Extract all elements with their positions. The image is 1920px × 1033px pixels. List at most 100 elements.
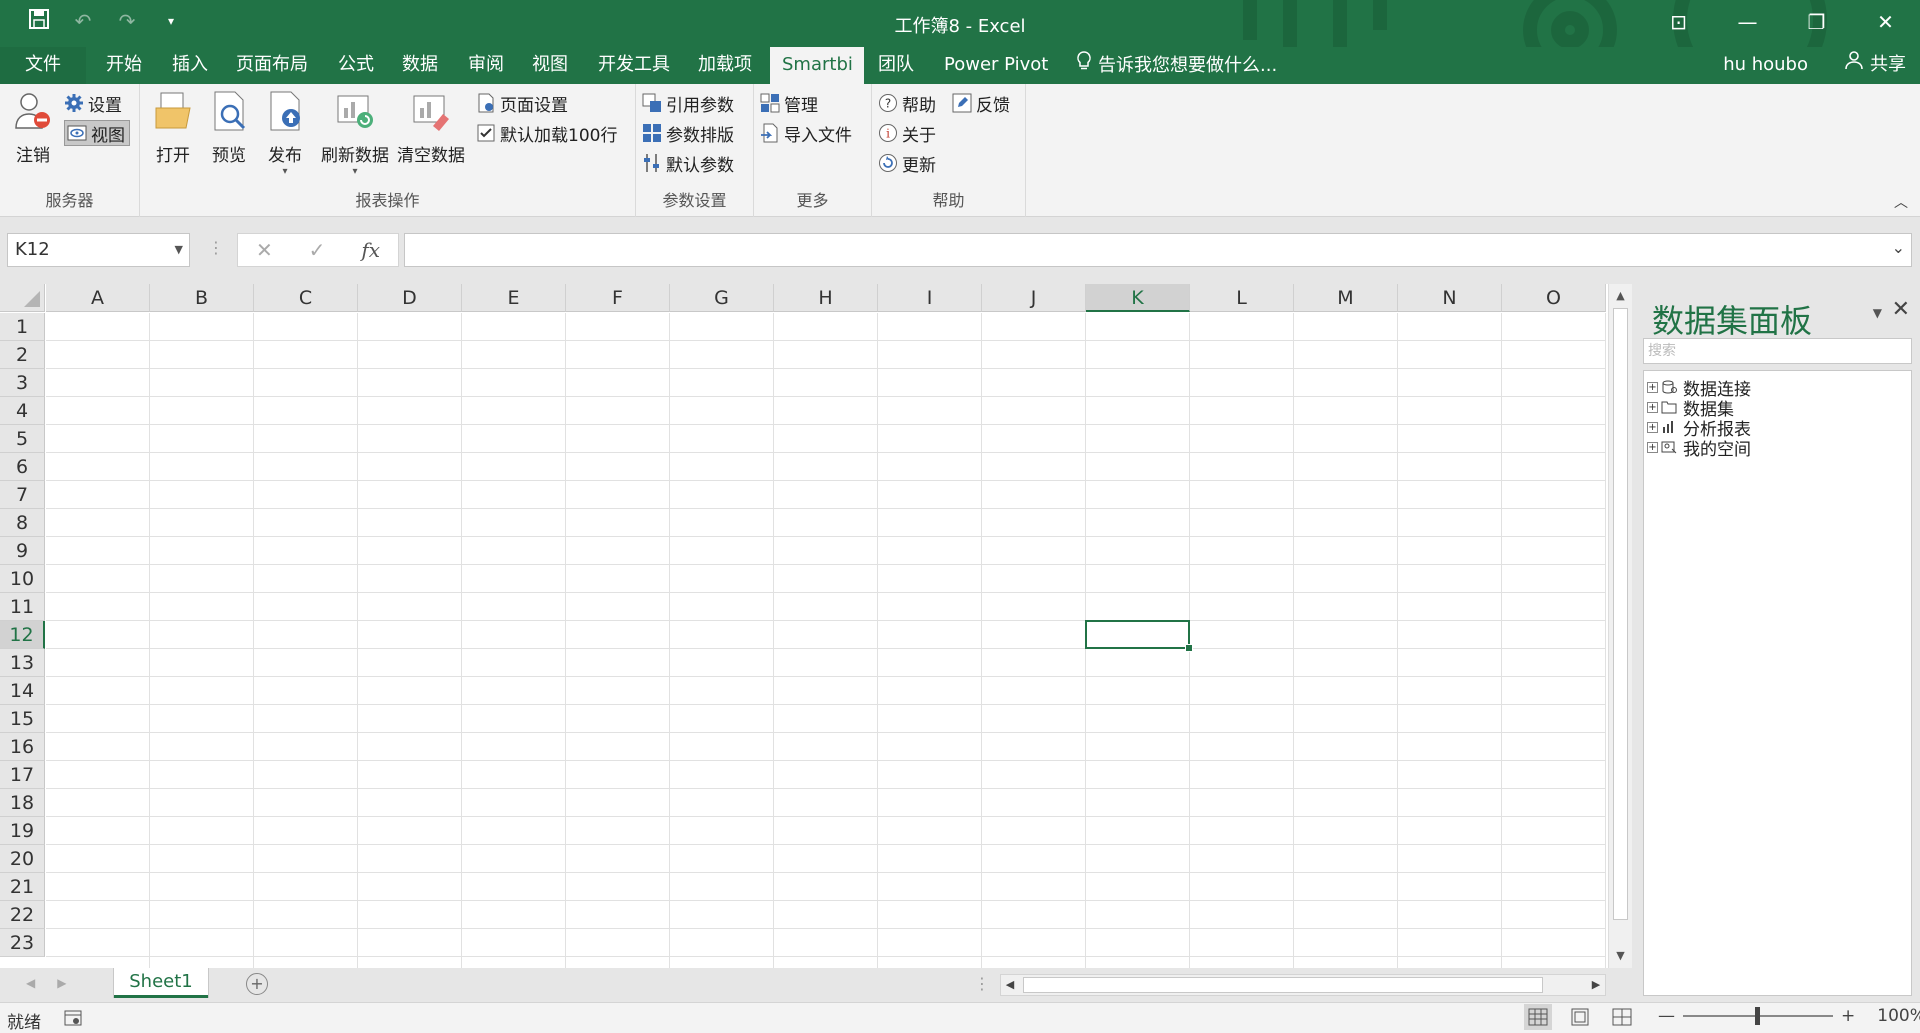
- name-box-dropdown-icon[interactable]: ▼: [175, 234, 183, 266]
- enter-icon[interactable]: ✓: [309, 238, 326, 262]
- close-button[interactable]: ✕: [1851, 0, 1920, 47]
- column-header[interactable]: A: [46, 284, 150, 312]
- active-cell[interactable]: [1085, 620, 1193, 652]
- row-header[interactable]: 10: [0, 565, 45, 593]
- default-params-button[interactable]: 默认参数: [642, 150, 734, 176]
- column-header[interactable]: J: [982, 284, 1086, 312]
- panel-close-icon[interactable]: ✕: [1892, 297, 1910, 322]
- settings-button[interactable]: 设置: [64, 90, 122, 116]
- open-button[interactable]: 打开: [150, 90, 196, 166]
- tab-team[interactable]: 团队: [866, 47, 926, 84]
- select-all-corner[interactable]: [0, 284, 45, 312]
- row-header[interactable]: 14: [0, 677, 45, 705]
- tab-developer[interactable]: 开发工具: [586, 47, 682, 84]
- help-button[interactable]: ? 帮助: [878, 90, 936, 116]
- column-header[interactable]: N: [1398, 284, 1502, 312]
- restore-button[interactable]: ❐: [1782, 0, 1851, 47]
- row-header[interactable]: 23: [0, 929, 45, 957]
- zoom-level[interactable]: 100%: [1877, 1006, 1920, 1026]
- expand-formula-icon[interactable]: ⌄: [1892, 238, 1905, 257]
- zoom-slider[interactable]: [1683, 1007, 1833, 1025]
- tab-page-layout[interactable]: 页面布局: [224, 47, 320, 84]
- column-header[interactable]: G: [670, 284, 774, 312]
- about-button[interactable]: i 关于: [878, 120, 936, 146]
- collapse-ribbon-icon[interactable]: ︿: [1894, 192, 1908, 212]
- tab-smartbi[interactable]: Smartbi: [770, 47, 864, 84]
- panel-search-input[interactable]: 搜索: [1643, 338, 1912, 364]
- tab-home[interactable]: 开始: [94, 47, 154, 84]
- vertical-scroll-thumb[interactable]: [1613, 308, 1628, 920]
- column-header[interactable]: O: [1502, 284, 1606, 312]
- feedback-button[interactable]: 反馈: [952, 90, 1010, 116]
- tab-split-handle[interactable]: ⋮: [974, 974, 990, 993]
- expand-icon[interactable]: +: [1647, 381, 1658, 393]
- page-layout-view-icon[interactable]: [1570, 1008, 1590, 1026]
- horizontal-scrollbar[interactable]: ◀ ▶: [1000, 974, 1606, 996]
- expand-icon[interactable]: +: [1647, 421, 1658, 433]
- row-header[interactable]: 12: [0, 621, 45, 649]
- scroll-left-icon[interactable]: ◀: [1001, 975, 1019, 995]
- page-setup-button[interactable]: 页面设置: [476, 90, 568, 116]
- row-header[interactable]: 13: [0, 649, 45, 677]
- row-header[interactable]: 4: [0, 397, 45, 425]
- tab-insert[interactable]: 插入: [160, 47, 220, 84]
- zoom-slider-knob[interactable]: [1755, 1007, 1760, 1025]
- row-header[interactable]: 19: [0, 817, 45, 845]
- formula-bar-grip-icon[interactable]: ⋮: [208, 238, 224, 257]
- publish-dropdown-icon[interactable]: ▾: [262, 166, 308, 177]
- scroll-down-icon[interactable]: ▼: [1609, 946, 1632, 966]
- sheet-tab-sheet1[interactable]: Sheet1: [114, 968, 208, 998]
- column-header[interactable]: H: [774, 284, 878, 312]
- normal-view-icon[interactable]: [1524, 1004, 1552, 1030]
- row-header[interactable]: 16: [0, 733, 45, 761]
- tab-file[interactable]: 文件: [0, 47, 86, 84]
- row-header[interactable]: 6: [0, 453, 45, 481]
- ref-params-button[interactable]: 引用参数: [642, 90, 734, 116]
- column-header[interactable]: M: [1294, 284, 1398, 312]
- name-box[interactable]: K12 ▼: [7, 233, 190, 267]
- tab-review[interactable]: 审阅: [456, 47, 516, 84]
- refresh-data-button[interactable]: 刷新数据 ▾: [318, 90, 392, 177]
- user-name[interactable]: hu houbo: [1723, 47, 1808, 83]
- row-header[interactable]: 22: [0, 901, 45, 929]
- column-header[interactable]: E: [462, 284, 566, 312]
- import-file-button[interactable]: 导入文件: [760, 120, 852, 146]
- row-header[interactable]: 1: [0, 313, 45, 341]
- clear-data-button[interactable]: 清空数据: [394, 90, 468, 166]
- manage-button[interactable]: 管理: [760, 90, 818, 116]
- formula-input[interactable]: ⌄: [404, 233, 1912, 267]
- worksheet-grid[interactable]: A B C D E F G H I J K L M N O 1 2 3 4 5 6 7 8 9 10 11 12 13 14 15 16 17…: [0, 284, 1610, 968]
- preview-button[interactable]: 预览: [206, 90, 252, 166]
- tab-power-pivot[interactable]: Power Pivot: [932, 47, 1060, 84]
- row-header[interactable]: 18: [0, 789, 45, 817]
- view-button[interactable]: 视图: [64, 120, 130, 146]
- row-header[interactable]: 11: [0, 593, 45, 621]
- column-header[interactable]: I: [878, 284, 982, 312]
- row-header[interactable]: 8: [0, 509, 45, 537]
- row-header[interactable]: 3: [0, 369, 45, 397]
- expand-icon[interactable]: +: [1647, 441, 1658, 453]
- tab-addins[interactable]: 加载项: [686, 47, 764, 84]
- scroll-right-icon[interactable]: ▶: [1587, 975, 1605, 995]
- tell-me-box[interactable]: 告诉我您想要做什么...: [1064, 47, 1289, 84]
- refresh-dropdown-icon[interactable]: ▾: [318, 166, 392, 177]
- param-layout-button[interactable]: 参数排版: [642, 120, 734, 146]
- row-header[interactable]: 9: [0, 537, 45, 565]
- tab-data[interactable]: 数据: [390, 47, 450, 84]
- column-header[interactable]: C: [254, 284, 358, 312]
- panel-options-icon[interactable]: ▼: [1873, 306, 1882, 320]
- scroll-up-icon[interactable]: ▲: [1609, 286, 1632, 306]
- cell-area[interactable]: [46, 313, 1606, 968]
- expand-icon[interactable]: +: [1647, 401, 1658, 413]
- page-break-view-icon[interactable]: [1612, 1008, 1632, 1026]
- macro-record-icon[interactable]: [64, 1010, 82, 1026]
- row-header[interactable]: 15: [0, 705, 45, 733]
- logout-button[interactable]: 注销: [8, 90, 58, 166]
- row-header[interactable]: 20: [0, 845, 45, 873]
- row-header[interactable]: 5: [0, 425, 45, 453]
- row-header[interactable]: 7: [0, 481, 45, 509]
- zoom-in-icon[interactable]: +: [1841, 1006, 1855, 1026]
- publish-button[interactable]: 发布 ▾: [262, 90, 308, 177]
- add-sheet-icon[interactable]: +: [246, 973, 268, 995]
- sheet-nav-arrows[interactable]: ◀▶: [26, 976, 88, 990]
